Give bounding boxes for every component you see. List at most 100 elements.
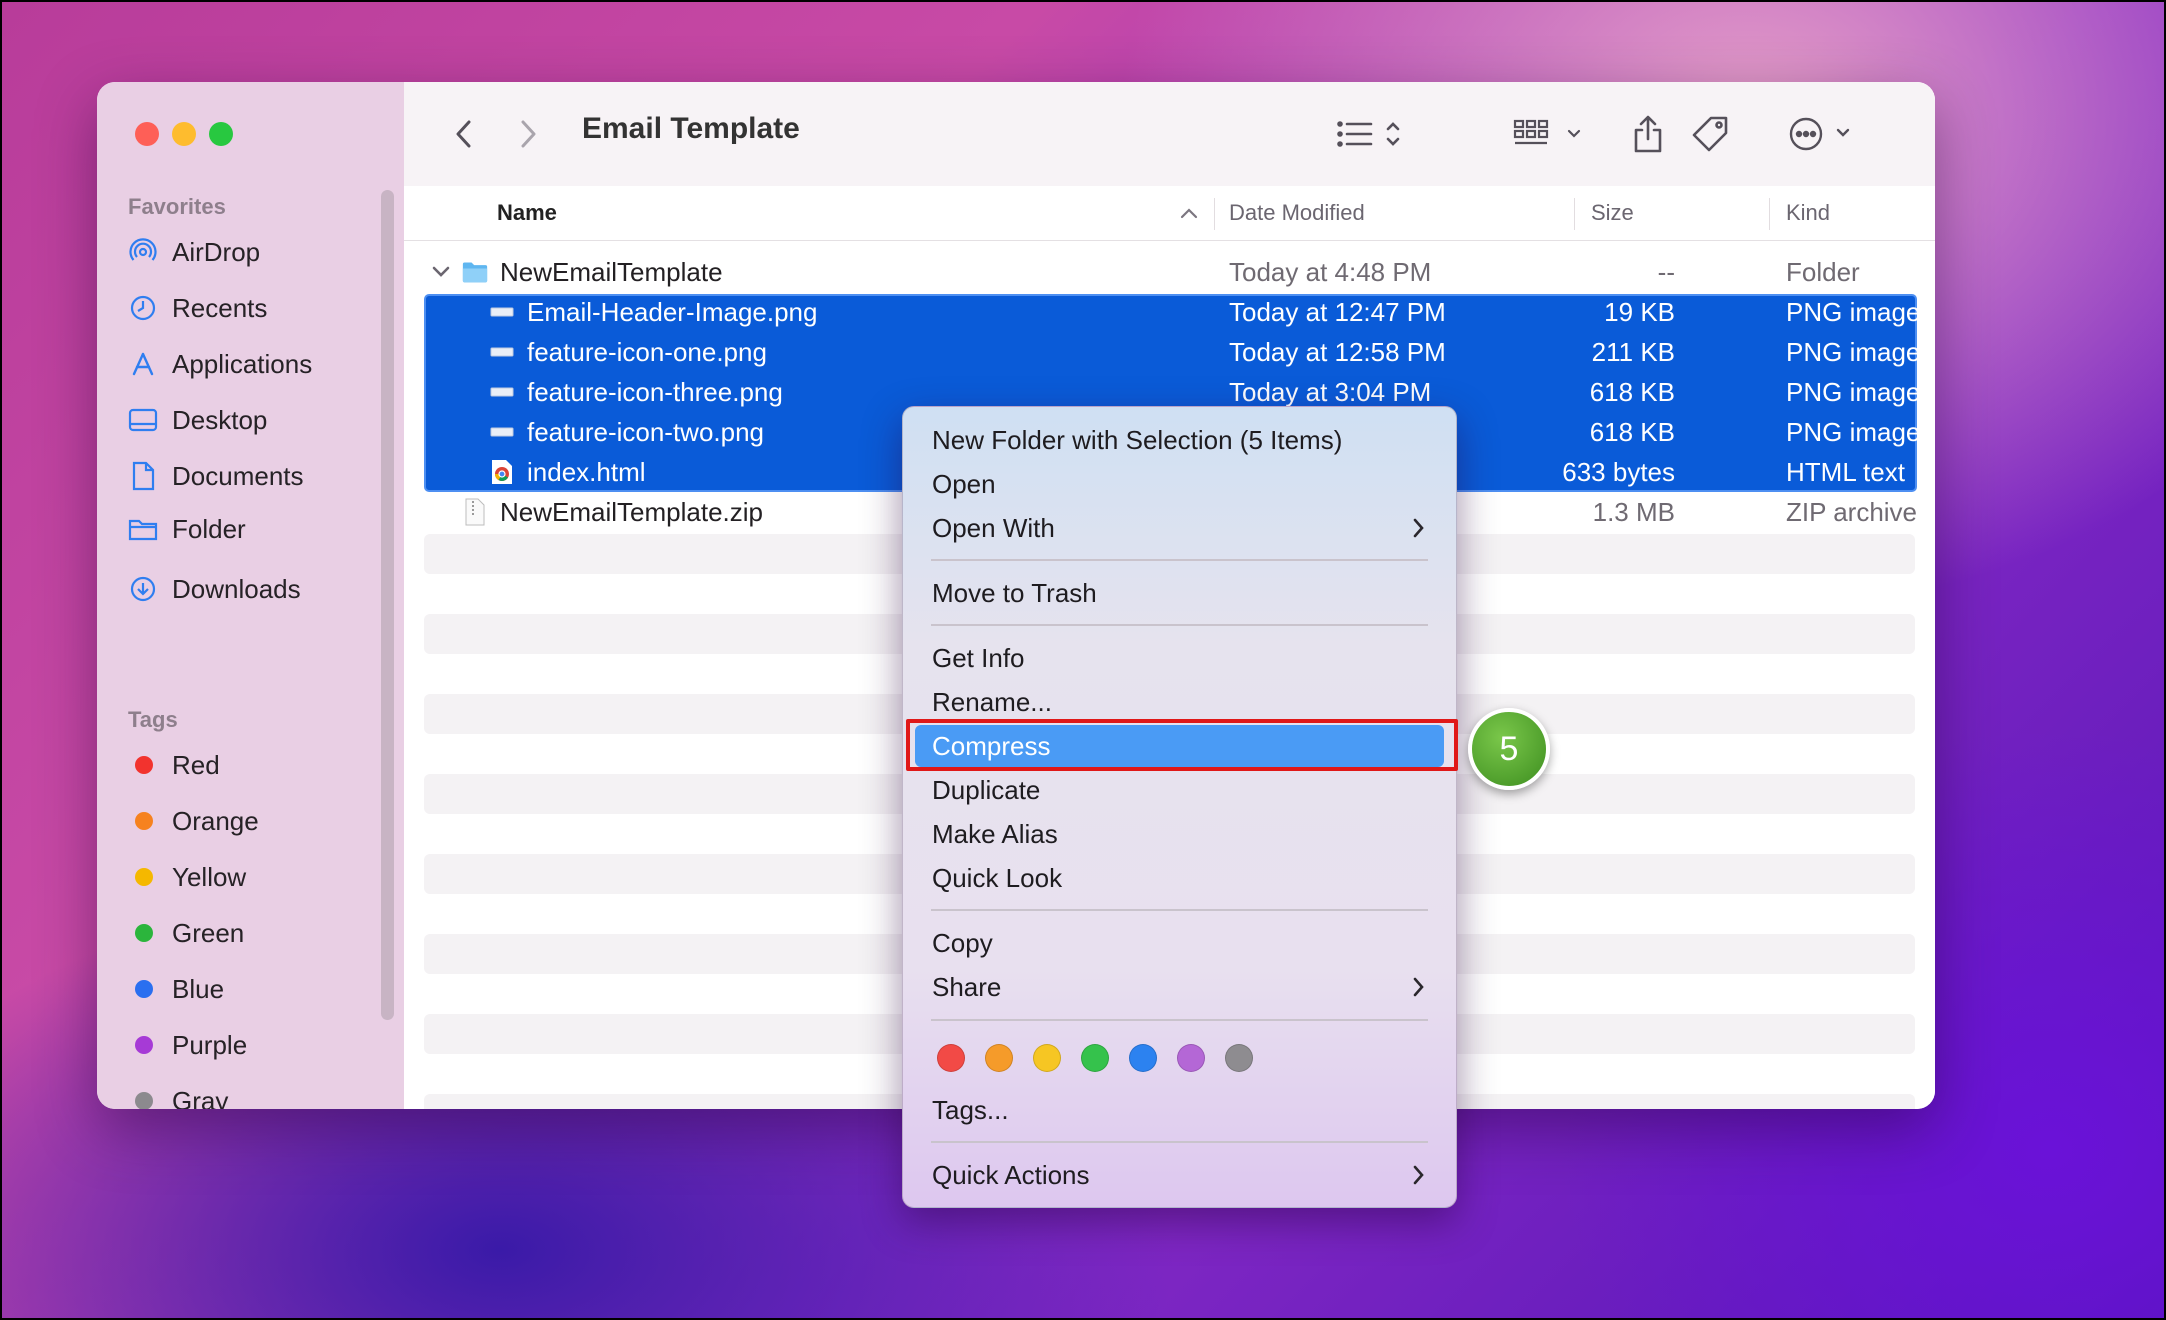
menu-tag-yellow[interactable]	[1033, 1044, 1061, 1072]
column-name[interactable]: Name	[497, 186, 557, 240]
column-divider[interactable]	[1574, 198, 1575, 230]
folder-icon	[462, 259, 488, 285]
column-divider[interactable]	[1769, 198, 1770, 230]
sidebar-tag-blue[interactable]: Blue	[128, 969, 224, 1009]
menu-item-new-folder-with-selection[interactable]: New Folder with Selection (5 Items)	[915, 419, 1444, 461]
close-window-button[interactable]	[135, 122, 159, 146]
column-kind[interactable]: Kind	[1786, 186, 1830, 240]
file-date: Today at 12:58 PM	[1229, 336, 1446, 367]
sidebar-tag-gray[interactable]: Gray	[128, 1081, 228, 1109]
action-button[interactable]	[1786, 108, 1862, 160]
sidebar-item-airdrop[interactable]: AirDrop	[128, 232, 260, 272]
image-file-icon	[489, 419, 515, 445]
back-button[interactable]	[444, 108, 484, 160]
file-name: index.html	[527, 456, 646, 487]
sidebar-tag-yellow[interactable]: Yellow	[128, 857, 246, 897]
table-row[interactable]: NewEmailTemplate Today at 4:48 PM -- Fol…	[424, 252, 1915, 292]
sidebar-tag-red[interactable]: Red	[128, 745, 220, 785]
menu-item-quick-actions[interactable]: Quick Actions	[915, 1154, 1444, 1196]
sidebar-item-recents[interactable]: Recents	[128, 288, 267, 328]
share-button[interactable]	[1626, 108, 1670, 160]
menu-item-quick-look[interactable]: Quick Look	[915, 857, 1444, 899]
file-size: 633 bytes	[1562, 456, 1675, 487]
view-list-button[interactable]	[1334, 108, 1410, 160]
file-size: 618 KB	[1589, 416, 1675, 447]
menu-item-label: Quick Actions	[932, 1159, 1090, 1190]
menu-tag-red[interactable]	[937, 1044, 965, 1072]
chevron-right-icon	[1413, 977, 1424, 997]
tag-button[interactable]	[1688, 108, 1732, 160]
menu-tag-blue[interactable]	[1129, 1044, 1157, 1072]
blue-tag-dot	[135, 980, 153, 998]
grid-icon	[1513, 119, 1581, 145]
column-size[interactable]: Size	[1591, 186, 1634, 240]
image-file-icon	[489, 339, 515, 365]
sidebar-item-downloads[interactable]: Downloads	[128, 569, 301, 609]
zip-file-icon	[462, 498, 488, 526]
menu-tag-purple[interactable]	[1177, 1044, 1205, 1072]
chevron-left-icon	[456, 120, 471, 148]
menu-item-duplicate[interactable]: Duplicate	[915, 769, 1444, 811]
table-row[interactable]: Email-Header-Image.png Today at 12:47 PM…	[424, 292, 1920, 332]
sidebar-tag-green[interactable]: Green	[128, 913, 244, 953]
menu-item-copy[interactable]: Copy	[915, 922, 1444, 964]
menu-tag-green[interactable]	[1081, 1044, 1109, 1072]
menu-item-share[interactable]: Share	[915, 966, 1444, 1008]
sidebar-item-label: Desktop	[172, 404, 268, 435]
sidebar-item-folder[interactable]: Folder	[128, 509, 246, 549]
column-header: Name Date Modified Size Kind	[404, 186, 1935, 241]
sidebar-item-label: Documents	[172, 460, 304, 491]
toolbar: Email Template	[404, 82, 1935, 187]
highlight-outline	[906, 719, 1458, 771]
menu-item-label: Share	[932, 971, 1002, 1002]
sidebar-scrollbar[interactable]	[381, 190, 394, 1020]
minimize-window-button[interactable]	[172, 122, 196, 146]
menu-separator	[931, 1019, 1428, 1021]
disclosure-triangle[interactable]	[431, 252, 451, 292]
orange-tag-dot	[135, 812, 153, 830]
sidebar-item-label: Green	[172, 917, 245, 948]
sidebar-item-desktop[interactable]: Desktop	[128, 400, 267, 440]
file-name: NewEmailTemplate	[500, 256, 723, 287]
favorites-header: Favorites	[128, 194, 226, 219]
menu-item-open[interactable]: Open	[915, 463, 1444, 505]
sidebar-item-applications[interactable]: Applications	[128, 344, 312, 384]
column-date-modified[interactable]: Date Modified	[1229, 186, 1365, 240]
forward-button[interactable]	[508, 108, 548, 160]
desktop-icon	[128, 405, 158, 435]
column-divider[interactable]	[1214, 198, 1215, 230]
zoom-window-button[interactable]	[209, 122, 233, 146]
sidebar-item-label: Blue	[172, 973, 225, 1004]
sidebar-item-documents[interactable]: Documents	[128, 456, 304, 496]
file-name: NewEmailTemplate.zip	[500, 496, 763, 527]
menu-item-rename[interactable]: Rename...	[915, 681, 1444, 723]
file-size: --	[1657, 256, 1675, 287]
menu-tag-gray[interactable]	[1225, 1044, 1253, 1072]
sidebar-item-label: Folder	[172, 513, 246, 544]
chevron-down-icon	[432, 266, 450, 277]
menu-item-get-info[interactable]: Get Info	[915, 637, 1444, 679]
file-kind: Folder	[1786, 256, 1860, 287]
menu-separator	[931, 559, 1428, 561]
menu-item-move-to-trash[interactable]: Move to Trash	[915, 572, 1444, 614]
red-tag-dot	[135, 756, 153, 774]
chevron-right-icon	[521, 120, 536, 148]
tag-icon	[1692, 116, 1728, 152]
sidebar-item-label: AirDrop	[172, 236, 261, 267]
sidebar-tag-orange[interactable]: Orange	[128, 801, 259, 841]
sidebar: Favorites AirDrop Recents Applications D…	[97, 82, 405, 1109]
sidebar-tag-purple[interactable]: Purple	[128, 1025, 247, 1065]
file-kind: HTML text	[1786, 456, 1905, 487]
yellow-tag-dot	[135, 868, 153, 886]
gray-tag-dot	[135, 1092, 153, 1109]
table-row[interactable]: feature-icon-one.png Today at 12:58 PM 2…	[424, 332, 1920, 372]
menu-item-open-with[interactable]: Open With	[915, 507, 1444, 549]
sidebar-item-label: Applications	[172, 348, 313, 379]
file-date: Today at 12:47 PM	[1229, 296, 1446, 327]
menu-item-make-alias[interactable]: Make Alias	[915, 813, 1444, 855]
tags-header: Tags	[128, 707, 178, 732]
share-icon	[1634, 115, 1662, 153]
group-button[interactable]	[1512, 108, 1588, 160]
menu-item-tags[interactable]: Tags...	[915, 1089, 1444, 1131]
menu-tag-orange[interactable]	[985, 1044, 1013, 1072]
